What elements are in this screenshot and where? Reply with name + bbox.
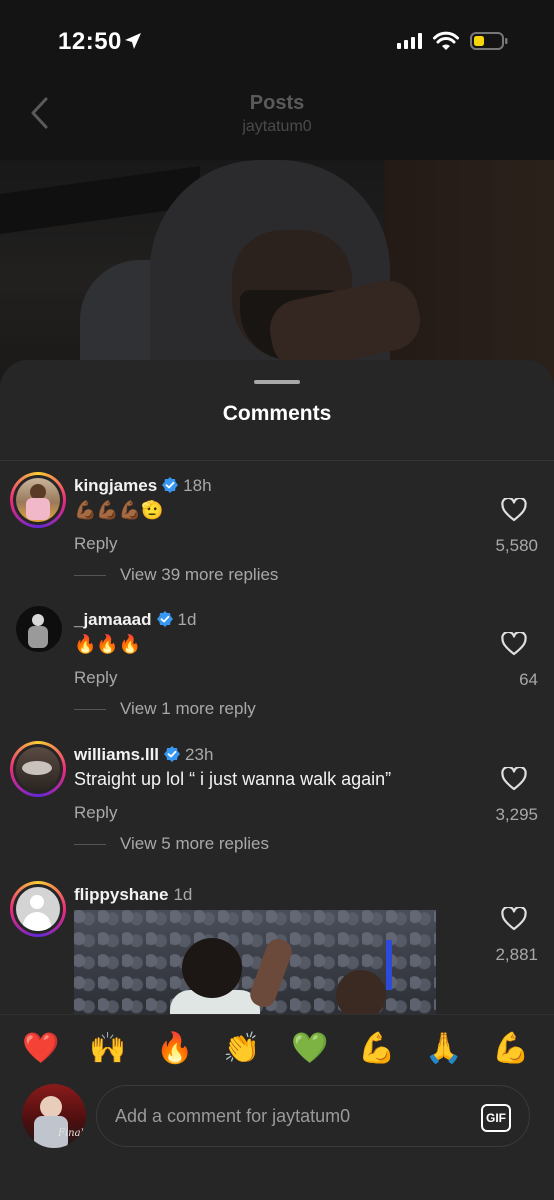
comment-item: kingjames 18h 💪🏾💪🏾💪🏾🫡 Reply View 39 more … [0,466,554,596]
gif-button[interactable]: GIF [481,1104,511,1132]
like-heart-icon[interactable] [501,907,527,931]
comment-input[interactable]: Add a comment for jaytatum0 GIF [96,1085,530,1147]
page-subtitle: jaytatum0 [242,118,312,135]
verified-badge-icon [156,611,173,627]
like-count: 5,580 [495,536,538,555]
comment-text: 💪🏾💪🏾💪🏾🫡 [74,500,164,520]
like-heart-icon[interactable] [501,767,527,791]
reply-button[interactable]: Reply [74,803,117,823]
like-count: 64 [519,670,538,689]
wifi-icon [433,31,459,50]
comment-timestamp: 1d [173,885,193,904]
comment-username[interactable]: kingjames 18h [74,476,212,496]
emoji-folded-hands[interactable]: 🙏 [424,1029,464,1069]
emoji-green-heart[interactable]: 💚 [290,1029,330,1069]
comment-timestamp: 18h [183,476,212,495]
status-time: 12:50 [58,28,122,55]
comment-username[interactable]: _jamaaad 1d [74,610,196,630]
battery-low-power-icon [470,32,508,50]
view-replies-button[interactable]: View 1 more reply [74,699,256,719]
location-arrow-icon [125,33,141,49]
verified-badge-icon [162,477,179,493]
comment-text: 🔥🔥🔥 [74,634,142,654]
comment-item: _jamaaad 1d 🔥🔥🔥 Reply View 1 more reply 6… [0,600,554,730]
comment-timestamp: 23h [185,745,214,764]
emoji-clapping[interactable]: 👏 [222,1029,262,1069]
view-replies-button[interactable]: View 5 more replies [74,834,269,854]
emoji-red-heart[interactable]: ❤️ [21,1029,61,1069]
reply-button[interactable]: Reply [74,668,117,688]
comment-text: Straight up lol “ i just wanna walk agai… [74,769,392,789]
emoji-flexed-biceps[interactable]: 💪 [491,1029,531,1069]
verified-badge-icon [164,746,181,762]
like-heart-icon[interactable] [501,632,527,656]
comment-item: williams.lll 23h Straight up lol “ i just… [0,735,554,865]
comments-title: Comments [222,402,332,425]
like-heart-icon[interactable] [501,498,527,522]
cellular-signal-icon [397,33,422,49]
avatar[interactable] [10,741,66,797]
avatar[interactable] [10,472,66,528]
comment-gif-image[interactable] [74,910,436,1020]
view-replies-button[interactable]: View 39 more replies [74,565,278,585]
comment-composer: Finals Add a comment for jaytatum0 GIF [0,1082,554,1200]
comment-input-placeholder: Add a comment for jaytatum0 [115,1106,351,1126]
sheet-grabber-handle[interactable] [254,380,300,384]
like-count: 2,881 [495,945,538,964]
posts-header: Posts jaytatum0 [0,80,554,160]
divider [0,460,554,461]
current-user-avatar: Finals [22,1084,86,1148]
emoji-raising-hands[interactable]: 🙌 [88,1029,128,1069]
emoji-quick-bar: ❤️ 🙌 🔥 👏 💚 💪 🙏 💪 [0,1014,554,1082]
reply-button[interactable]: Reply [74,534,117,554]
comment-username[interactable]: flippyshane 1d [74,885,192,905]
avatar[interactable] [10,881,66,937]
avatar[interactable] [16,606,62,652]
comment-username[interactable]: williams.lll 23h [74,745,213,765]
status-bar: 12:50 [0,0,554,80]
page-title: Posts [249,92,305,114]
comment-timestamp: 1d [177,610,197,629]
like-count: 3,295 [495,805,538,824]
emoji-fire[interactable]: 🔥 [155,1029,195,1069]
emoji-flexed-biceps[interactable]: 💪 [357,1029,397,1069]
